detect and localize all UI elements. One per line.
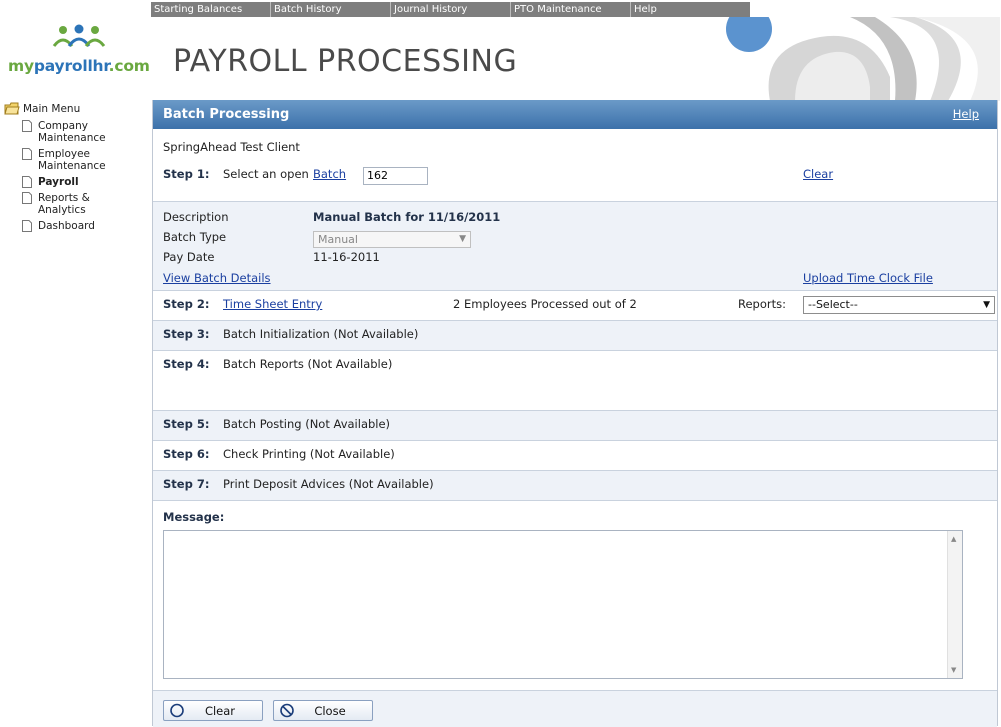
step5-label: Step 5:	[163, 417, 210, 431]
reports-label: Reports:	[738, 297, 786, 311]
document-icon	[22, 220, 32, 232]
mypayrollhr-logo: mypayrollhr.com	[6, 24, 150, 80]
clear-button[interactable]: Clear	[163, 700, 263, 721]
step5-text: Batch Posting (Not Available)	[223, 417, 391, 431]
batch-processing-panel: Batch Processing Help SpringAhead Test C…	[152, 100, 998, 727]
upload-time-clock-link[interactable]: Upload Time Clock File	[803, 271, 933, 285]
panel-title: Batch Processing	[163, 107, 290, 122]
reports-select-value: --Select--	[808, 298, 858, 311]
step1-text: Select an open	[223, 167, 309, 181]
nav-starting-balances[interactable]: Starting Balances	[151, 2, 271, 17]
sidebar-main-menu[interactable]: Main Menu	[4, 102, 150, 116]
step6-label: Step 6:	[163, 447, 210, 461]
sidebar-item-reports-analytics[interactable]: Reports & Analytics	[22, 192, 150, 216]
sidebar-item-dashboard[interactable]: Dashboard	[22, 220, 150, 232]
nav-pto-maintenance[interactable]: PTO Maintenance	[511, 2, 631, 17]
close-button-label: Close	[314, 704, 346, 718]
scroll-up-icon[interactable]: ▲	[951, 535, 956, 543]
sidebar-item-label: Payroll	[38, 176, 79, 188]
logo-text: mypayrollhr.com	[8, 57, 150, 75]
reports-select[interactable]: --Select-- ▼	[803, 296, 995, 314]
sidebar-item-label: Dashboard	[38, 220, 95, 232]
sidebar-root-label: Main Menu	[23, 103, 81, 115]
sidebar-item-payroll[interactable]: Payroll	[22, 176, 150, 188]
nav-journal-history[interactable]: Journal History	[391, 2, 511, 17]
folder-open-icon	[4, 102, 20, 115]
chevron-down-icon: ▼	[983, 300, 990, 310]
page-title: PAYROLL PROCESSING	[173, 44, 518, 79]
step7-label: Step 7:	[163, 477, 210, 491]
sidebar-item-label: Company Maintenance	[38, 120, 106, 144]
nav-batch-history[interactable]: Batch History	[271, 2, 391, 17]
batch-number-input[interactable]: 162	[363, 167, 428, 185]
sidebar-item-label: Employee Maintenance	[38, 148, 106, 172]
step1-clear-link[interactable]: Clear	[803, 167, 833, 181]
panel-header: Batch Processing Help	[153, 100, 997, 129]
nav-help[interactable]: Help	[631, 2, 750, 17]
view-batch-details-link[interactable]: View Batch Details	[163, 271, 271, 285]
document-icon	[22, 120, 32, 132]
help-link[interactable]: Help	[953, 107, 979, 121]
document-icon	[22, 192, 32, 204]
employees-processed-text: 2 Employees Processed out of 2	[453, 297, 637, 311]
people-logo-icon	[52, 24, 106, 47]
step2-label: Step 2:	[163, 297, 210, 311]
step6-text: Check Printing (Not Available)	[223, 447, 395, 461]
step3-text: Batch Initialization (Not Available)	[223, 327, 419, 341]
step3-label: Step 3:	[163, 327, 210, 341]
clear-button-label: Clear	[204, 704, 236, 718]
close-button[interactable]: Close	[273, 700, 373, 721]
message-label: Message:	[163, 510, 225, 524]
description-label: Description	[163, 210, 229, 224]
document-icon	[22, 176, 32, 188]
message-scrollbar[interactable]: ▲ ▼	[947, 531, 962, 678]
batch-type-value: Manual	[318, 233, 358, 246]
sidebar-item-employee-maintenance[interactable]: Employee Maintenance	[22, 148, 150, 172]
sidebar-item-company-maintenance[interactable]: Company Maintenance	[22, 120, 150, 144]
chevron-down-icon: ▼	[459, 234, 466, 244]
time-sheet-entry-link[interactable]: Time Sheet Entry	[223, 297, 322, 311]
header-decoration	[726, 17, 1000, 101]
message-textarea[interactable]: ▲ ▼	[163, 530, 963, 679]
scroll-down-icon[interactable]: ▼	[951, 666, 956, 674]
sidebar: Main Menu Company Maintenance Employee Mai…	[4, 102, 150, 232]
client-name: SpringAhead Test Client	[163, 140, 300, 154]
document-icon	[22, 148, 32, 160]
pay-date-label: Pay Date	[163, 250, 215, 264]
pay-date-value: 11-16-2011	[313, 250, 380, 264]
batch-type-label: Batch Type	[163, 230, 227, 244]
step4-text: Batch Reports (Not Available)	[223, 357, 393, 371]
description-value: Manual Batch for 11/16/2011	[313, 210, 501, 224]
top-nav: Starting Balances Batch History Journal …	[151, 2, 750, 17]
batch-type-select: Manual ▼	[313, 231, 471, 248]
step4-label: Step 4:	[163, 357, 210, 371]
batch-link[interactable]: Batch	[313, 167, 346, 181]
step7-text: Print Deposit Advices (Not Available)	[223, 477, 434, 491]
divider	[153, 500, 997, 501]
step1-label: Step 1:	[163, 167, 210, 181]
message-text	[164, 531, 962, 537]
sidebar-item-label: Reports & Analytics	[38, 192, 90, 216]
